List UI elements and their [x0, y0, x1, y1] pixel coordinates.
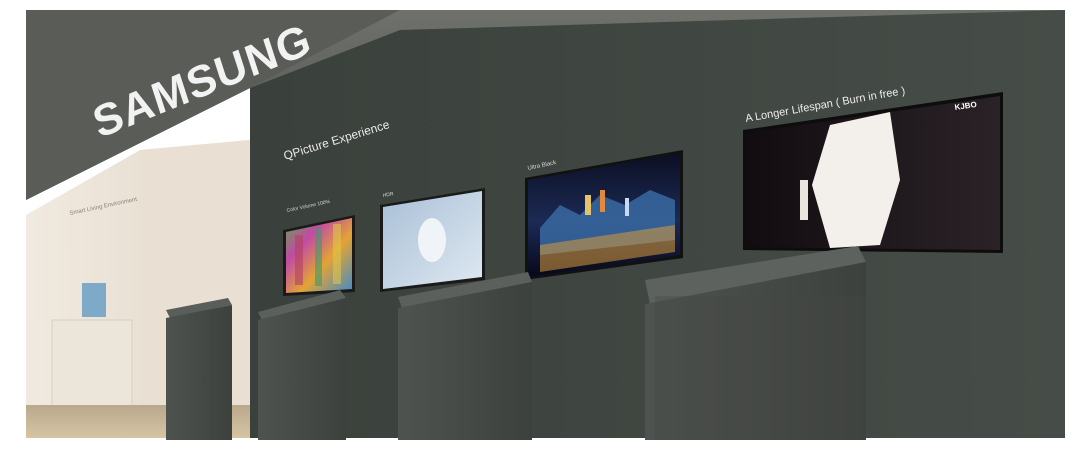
side-kiosk-1	[26, 320, 46, 405]
display-2: HDR	[380, 188, 485, 292]
podium-1	[166, 298, 232, 440]
photo-scene: Smart Living Environment SAMSUNG QPictur…	[0, 0, 1087, 446]
side-kiosk-2	[51, 319, 133, 409]
podium-2	[258, 290, 346, 440]
scene-svg: Smart Living Environment SAMSUNG QPictur…	[0, 0, 1087, 446]
podium-3	[398, 272, 532, 440]
podium-4	[645, 246, 866, 440]
side-kiosk-screen	[82, 283, 106, 317]
